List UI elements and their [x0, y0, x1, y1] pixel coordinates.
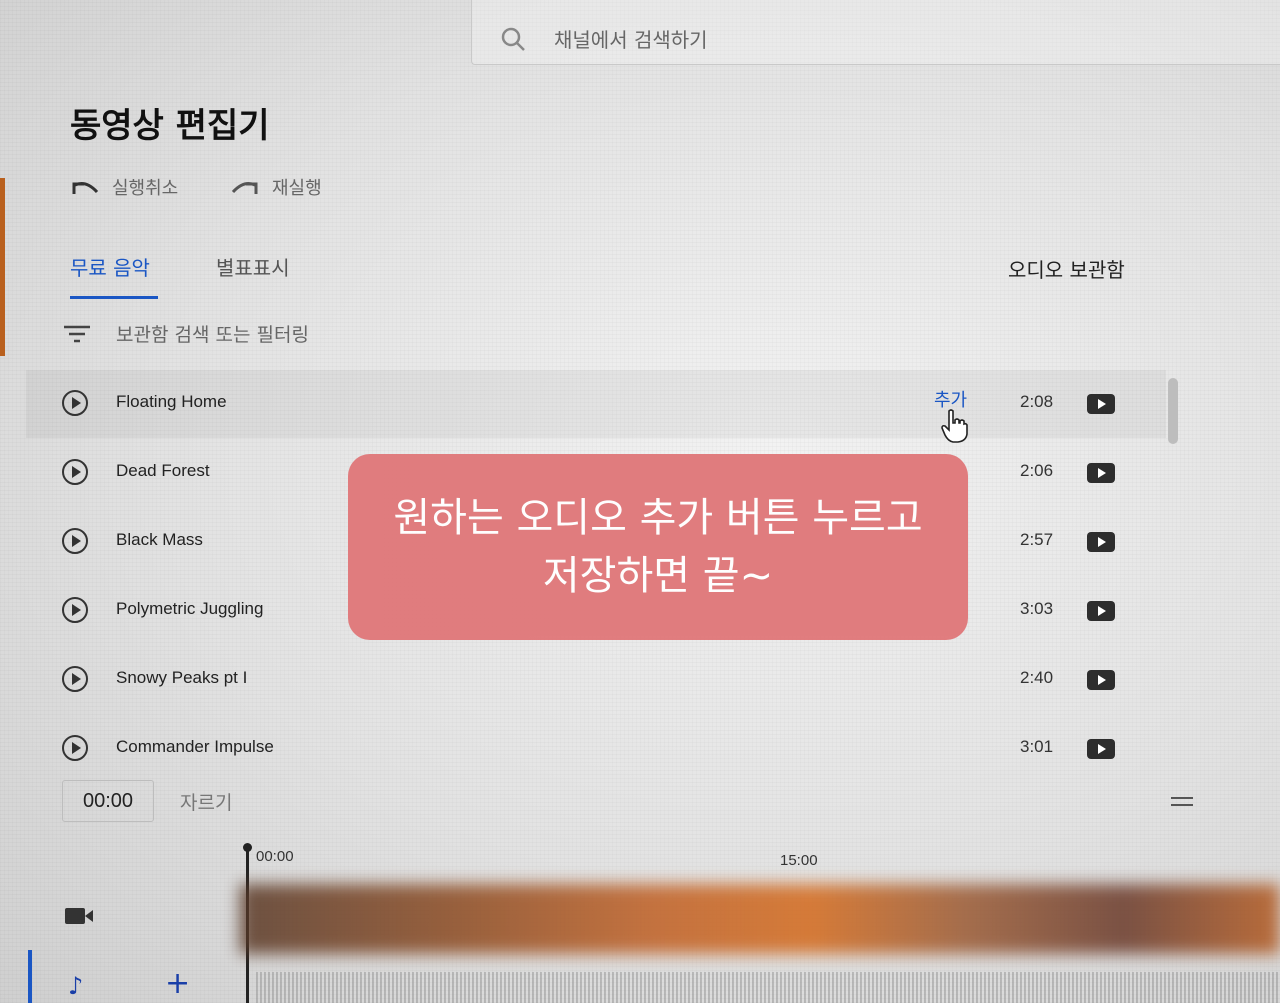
- track-name: Snowy Peaks pt I: [116, 668, 248, 687]
- callout-line-1: 원하는 오디오 추가 버튼 누르고: [393, 495, 923, 541]
- tab-starred[interactable]: 별표표시: [216, 252, 290, 281]
- play-icon[interactable]: [62, 597, 88, 623]
- music-note-icon: ♪: [68, 972, 84, 1000]
- track-name: Black Mass: [116, 530, 203, 549]
- track-row[interactable]: Floating Home 추가 2:08: [26, 370, 1166, 438]
- undo-icon: [72, 182, 99, 194]
- timeline-marker-mid: 15:00: [780, 852, 818, 869]
- search-icon: [500, 26, 526, 56]
- youtube-icon[interactable]: [1087, 739, 1115, 759]
- audio-track-accent: [28, 950, 32, 1003]
- track-duration: 3:03: [1020, 599, 1054, 618]
- audio-waveform[interactable]: [256, 972, 1280, 1003]
- playhead-knob[interactable]: [243, 843, 252, 852]
- track-duration: 2:08: [1020, 392, 1054, 411]
- track-row[interactable]: Snowy Peaks pt I 2:40: [26, 646, 1166, 714]
- tab-free-music[interactable]: 무료 음악: [70, 252, 150, 281]
- drag-handle-icon[interactable]: [1171, 797, 1193, 806]
- video-track-icon: [65, 908, 93, 924]
- redo-label: 재실행: [272, 178, 322, 199]
- channel-search-bar[interactable]: 채널에서 검색하기: [471, 0, 1280, 65]
- redo-icon: [231, 182, 258, 194]
- add-audio-icon[interactable]: +: [165, 966, 190, 1001]
- left-edge-accent: [0, 178, 5, 356]
- play-icon[interactable]: [62, 459, 88, 485]
- editor-screen: 채널에서 검색하기 동영상 편집기 실행취소 재실행 무료 음악 별표표시 오디…: [0, 0, 1280, 1003]
- track-duration: 3:01: [1020, 737, 1054, 756]
- video-track-strip[interactable]: [240, 884, 1280, 954]
- hand-cursor-icon: [941, 409, 968, 443]
- timeline-marker-start: 00:00: [256, 848, 294, 865]
- track-row[interactable]: Commander Impulse 3:01: [26, 715, 1166, 783]
- youtube-icon[interactable]: [1087, 670, 1115, 690]
- page-title: 동영상 편집기: [70, 106, 270, 146]
- redo-button[interactable]: 재실행: [230, 174, 322, 200]
- track-name: Polymetric Juggling: [116, 599, 264, 618]
- active-tab-indicator: [70, 296, 158, 299]
- track-name: Dead Forest: [116, 461, 210, 480]
- track-duration: 2:06: [1020, 461, 1054, 480]
- filter-placeholder: 보관함 검색 또는 필터링: [116, 324, 309, 346]
- play-icon[interactable]: [62, 390, 88, 416]
- youtube-icon[interactable]: [1087, 601, 1115, 621]
- track-name: Floating Home: [116, 392, 227, 411]
- track-duration: 2:40: [1020, 668, 1054, 687]
- play-icon[interactable]: [62, 666, 88, 692]
- youtube-icon[interactable]: [1087, 532, 1115, 552]
- trim-button[interactable]: 자르기: [180, 788, 232, 815]
- audio-library-label: 오디오 보관함: [1008, 258, 1125, 282]
- callout-line-2: 저장하면 끝~: [542, 553, 774, 599]
- undo-button[interactable]: 실행취소: [70, 174, 178, 200]
- search-placeholder: 채널에서 검색하기: [554, 28, 708, 52]
- track-duration: 2:57: [1020, 530, 1054, 549]
- play-icon[interactable]: [62, 528, 88, 554]
- track-name: Commander Impulse: [116, 737, 274, 756]
- play-icon[interactable]: [62, 735, 88, 761]
- filter-icon: [64, 325, 90, 342]
- current-time-field[interactable]: 00:00: [62, 780, 154, 822]
- track-list-scrollbar[interactable]: [1168, 378, 1178, 444]
- youtube-icon[interactable]: [1087, 394, 1115, 414]
- library-filter[interactable]: 보관함 검색 또는 필터링: [64, 320, 309, 347]
- instruction-callout: 원하는 오디오 추가 버튼 누르고 저장하면 끝~: [348, 454, 968, 640]
- undo-label: 실행취소: [112, 178, 179, 199]
- youtube-icon[interactable]: [1087, 463, 1115, 483]
